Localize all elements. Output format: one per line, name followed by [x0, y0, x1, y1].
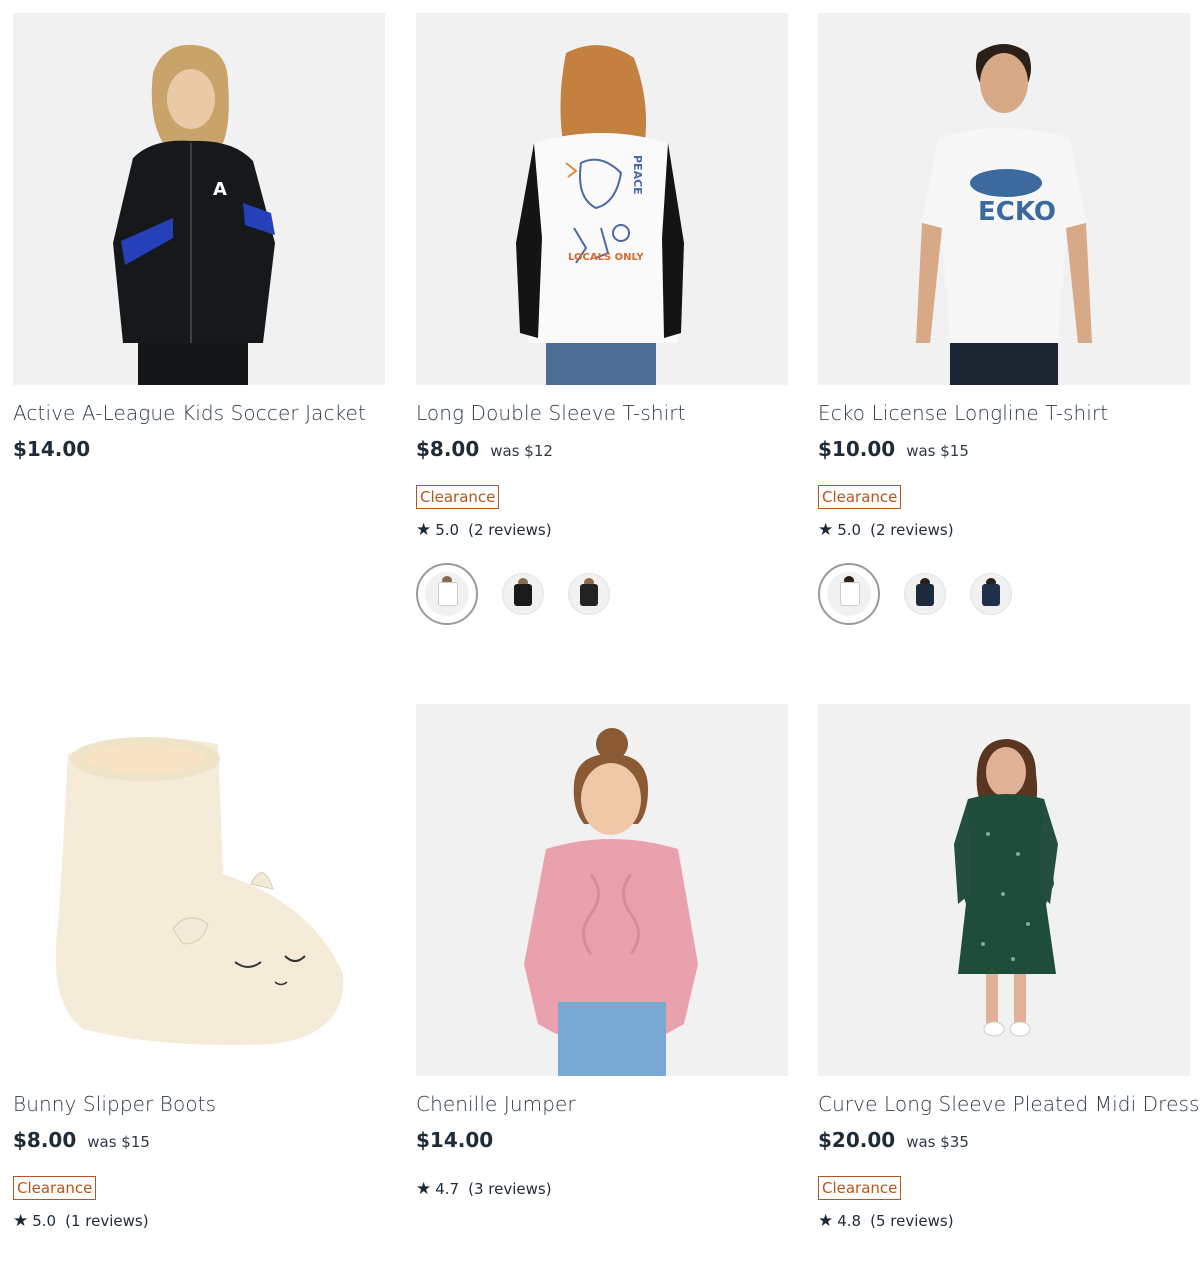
price-row: $10.00 was $15 [818, 437, 1190, 467]
star-icon: ★ [818, 1211, 834, 1231]
swatch-navy-print[interactable] [970, 573, 1012, 615]
product-image[interactable] [416, 704, 788, 1076]
product-title[interactable]: Curve Long Sleeve Pleated Midi Dress [818, 1090, 1199, 1118]
clearance-badge: Clearance [13, 1176, 97, 1200]
product-card[interactable]: Bunny Slipper Boots $8.00 was $15 Cleara… [13, 704, 385, 1232]
product-image[interactable]: PEACE LOCALS ONLY [416, 13, 788, 385]
price-row: $8.00 was $15 [13, 1128, 385, 1158]
swatch-navy[interactable] [904, 573, 946, 615]
current-price: $8.00 [416, 437, 480, 461]
swatch-white[interactable] [818, 563, 880, 625]
product-card[interactable]: A Active A-League Kids Soccer Jacket $14… [13, 13, 385, 467]
ecko-tee-illustration: ECKO [818, 13, 1190, 385]
current-price: $14.00 [13, 437, 91, 461]
price-row: $14.00 [416, 1128, 788, 1158]
kid-jacket-illustration: A [13, 13, 385, 385]
price-row: $8.00 was $12 [416, 437, 788, 467]
product-image[interactable] [13, 704, 385, 1076]
clearance-badge: Clearance [818, 485, 902, 509]
star-icon: ★ [13, 1211, 29, 1231]
chenille-jumper-illustration [416, 704, 788, 1076]
price-row: $20.00 was $35 [818, 1128, 1190, 1158]
clearance-badge: Clearance [416, 485, 500, 509]
rating-value: 4.7 [435, 1180, 460, 1198]
review-count[interactable]: (2 reviews) [870, 521, 953, 539]
print-text-peace: PEACE [631, 155, 644, 195]
price-row: $14.00 [13, 437, 385, 467]
product-grid: A Active A-League Kids Soccer Jacket $14… [0, 0, 1200, 1264]
svg-text:A: A [213, 179, 227, 200]
was-price: was $12 [490, 442, 553, 460]
color-swatches [416, 563, 788, 625]
rating: ★ 5.0 (2 reviews) [818, 519, 1190, 541]
rating: ★ 4.7 (3 reviews) [416, 1178, 788, 1200]
product-card[interactable]: ECKO Ecko License Longline T-shirt $10.0… [818, 13, 1190, 625]
rating: ★ 5.0 (1 reviews) [13, 1210, 385, 1232]
review-count[interactable]: (3 reviews) [468, 1180, 551, 1198]
double-sleeve-tee-illustration: PEACE LOCALS ONLY [416, 13, 788, 385]
midi-dress-illustration [818, 704, 1190, 1076]
product-card[interactable]: PEACE LOCALS ONLY Long Double Sleeve T-s… [416, 13, 788, 625]
product-image[interactable] [818, 704, 1190, 1076]
swatch-black-print[interactable] [568, 573, 610, 615]
product-title[interactable]: Active A-League Kids Soccer Jacket [13, 399, 385, 427]
product-card[interactable]: Chenille Jumper $14.00 ★ 4.7 (3 reviews) [416, 704, 788, 1200]
product-card[interactable]: Curve Long Sleeve Pleated Midi Dress $20… [818, 704, 1199, 1232]
rating: ★ 5.0 (2 reviews) [416, 519, 788, 541]
color-swatches [818, 563, 1190, 625]
review-count[interactable]: (1 reviews) [65, 1212, 148, 1230]
star-icon: ★ [416, 520, 432, 540]
rating-value: 5.0 [837, 521, 862, 539]
current-price: $20.00 [818, 1128, 896, 1152]
was-price: was $15 [87, 1133, 150, 1151]
current-price: $14.00 [416, 1128, 494, 1152]
slipper-boot-illustration [13, 704, 385, 1076]
rating-value: 5.0 [32, 1212, 57, 1230]
star-icon: ★ [416, 1179, 432, 1199]
product-image[interactable]: A [13, 13, 385, 385]
review-count[interactable]: (5 reviews) [870, 1212, 953, 1230]
swatch-black[interactable] [502, 573, 544, 615]
review-count[interactable]: (2 reviews) [468, 521, 551, 539]
print-text-locals-only: LOCALS ONLY [568, 252, 644, 263]
product-title[interactable]: Bunny Slipper Boots [13, 1090, 385, 1118]
product-title[interactable]: Long Double Sleeve T-shirt [416, 399, 788, 427]
rating-value: 4.8 [837, 1212, 862, 1230]
was-price: was $35 [906, 1133, 969, 1151]
star-icon: ★ [818, 520, 834, 540]
current-price: $10.00 [818, 437, 896, 461]
rating: ★ 4.8 (5 reviews) [818, 1210, 1190, 1232]
product-title[interactable]: Ecko License Longline T-shirt [818, 399, 1190, 427]
was-price: was $15 [906, 442, 969, 460]
print-text-ecko: ECKO [978, 197, 1056, 227]
product-image[interactable]: ECKO [818, 13, 1190, 385]
current-price: $8.00 [13, 1128, 77, 1152]
clearance-badge: Clearance [818, 1176, 902, 1200]
swatch-white[interactable] [416, 563, 478, 625]
rating-value: 5.0 [435, 521, 460, 539]
product-title[interactable]: Chenille Jumper [416, 1090, 788, 1118]
